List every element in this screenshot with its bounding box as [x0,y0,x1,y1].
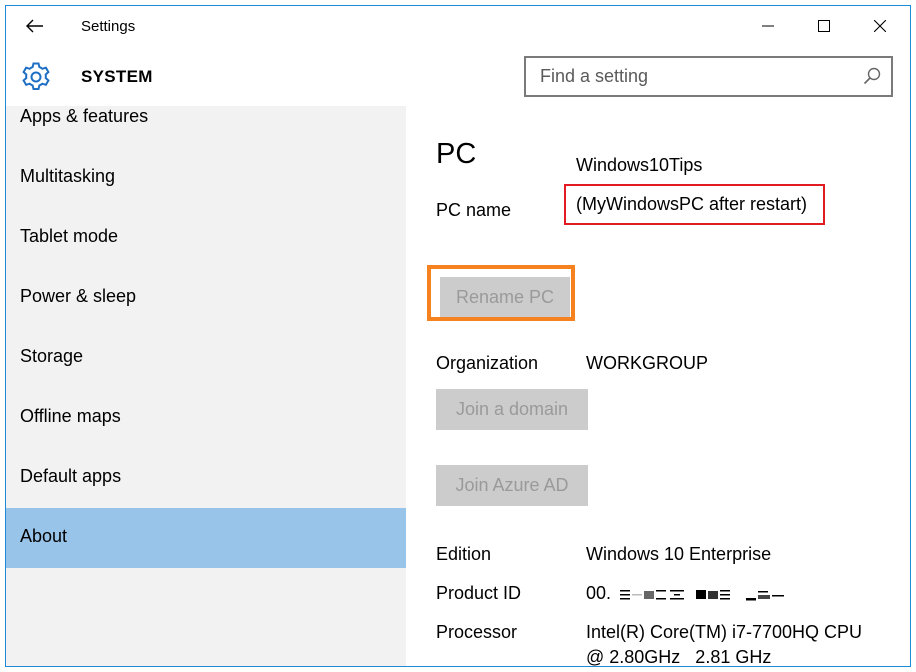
join-domain-button[interactable]: Join a domain [436,389,588,430]
sidebar-item-offline-maps[interactable]: Offline maps [6,388,406,448]
sidebar-item-label: Tablet mode [20,226,119,246]
sidebar-item-default-apps[interactable]: Default apps [6,448,406,508]
window-title: Settings [81,18,136,35]
rename-highlight-frame: Rename PC [427,265,575,321]
pc-name-value: Windows10Tips [576,155,703,175]
search-box[interactable] [524,56,893,97]
title-bar: Settings [6,6,910,46]
sidebar-item-about[interactable]: About [6,508,406,568]
pc-name-after-restart: (MyWindowsPC after restart) [564,184,825,225]
back-button[interactable] [20,14,50,38]
sidebar-item-multitasking[interactable]: Multitasking [6,148,406,208]
organization-value: WORKGROUP [586,353,709,373]
sidebar-item-label: Offline maps [20,406,121,426]
page-title: SYSTEM [81,67,153,86]
processor-label: Processor [436,622,518,642]
search-input[interactable] [526,58,860,95]
sidebar-item-label: Storage [20,346,84,366]
sidebar: Apps & features Multitasking Tablet mode… [6,106,406,666]
search-icon[interactable] [863,67,881,85]
sidebar-item-label: Default apps [20,466,122,486]
processor-value-line1: Intel(R) Core(TM) i7-7700HQ CPU [586,622,863,642]
rename-pc-button[interactable]: Rename PC [440,277,570,317]
maximize-button[interactable] [796,6,852,46]
minimize-button[interactable] [740,6,796,46]
pc-name-label: PC name [436,200,512,220]
about-panel: PC Windows10Tips PC name (MyWindowsPC af… [406,106,910,667]
maximize-icon [818,20,830,32]
processor-value-line2: @ 2.80GHz 2.81 GHz [586,647,772,667]
product-id-value: 00. [586,583,612,603]
minimize-icon [762,25,774,27]
sidebar-item-storage[interactable]: Storage [6,328,406,388]
organization-label: Organization [436,353,539,373]
edition-value: Windows 10 Enterprise [586,544,772,564]
sidebar-item-tablet-mode[interactable]: Tablet mode [6,208,406,268]
edition-label: Edition [436,544,492,564]
sidebar-item-label: Power & sleep [20,286,137,306]
product-id-label: Product ID [436,583,522,603]
close-button[interactable] [852,6,908,46]
sidebar-item-label: Apps & features [20,106,149,126]
join-azure-ad-button[interactable]: Join Azure AD [436,465,588,506]
sidebar-item-apps-features[interactable]: Apps & features [6,88,406,148]
sidebar-item-label: About [20,526,68,546]
back-arrow-icon [26,19,43,33]
sidebar-item-label: Multitasking [20,166,116,186]
section-heading: PC [436,138,477,170]
redacted-product-id [620,590,784,601]
close-icon [874,20,886,32]
settings-window: Settings SYSTEM Find a setting Apps & fe… [5,5,911,667]
sidebar-item-power-sleep[interactable]: Power & sleep [6,268,406,328]
